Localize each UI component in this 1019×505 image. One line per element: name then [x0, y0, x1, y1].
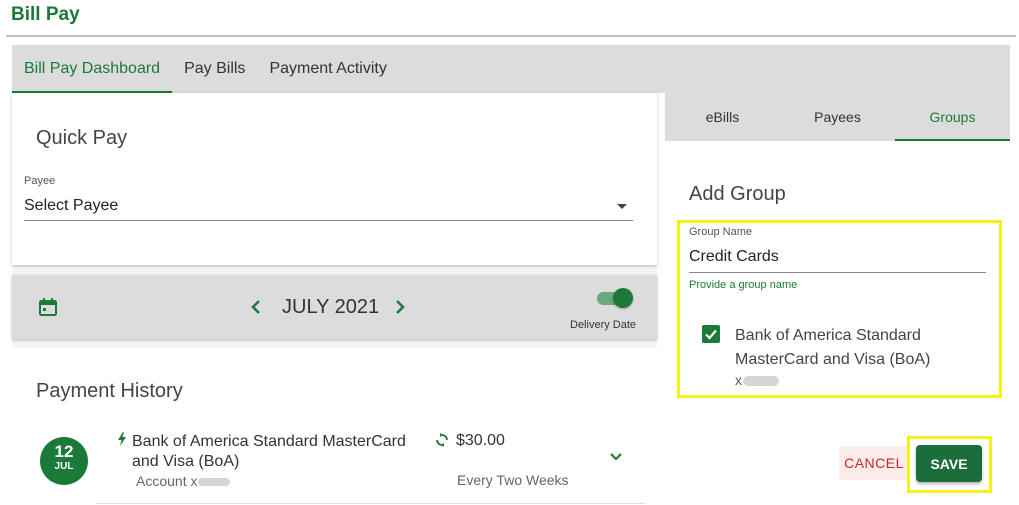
checkmark-icon	[705, 329, 717, 340]
quick-pay-title: Quick Pay	[36, 127, 128, 149]
tab-bill-pay-dashboard[interactable]: Bill Pay Dashboard	[12, 45, 173, 93]
cancel-button[interactable]: CANCEL	[839, 446, 909, 480]
history-account-prefix: Account x	[136, 473, 198, 489]
masked-account-number	[198, 478, 231, 487]
tab-ebills[interactable]: eBills	[665, 93, 780, 141]
add-group-title: Add Group	[689, 183, 786, 205]
payment-history-card: Payment History 12 JUL Bank of America S…	[12, 348, 657, 505]
badge-month: JUL	[54, 461, 74, 472]
right-column: eBills Payees Groups Add Group Group Nam…	[665, 93, 1010, 505]
chevron-left-icon[interactable]	[246, 295, 266, 319]
badge-day: 12	[54, 442, 74, 461]
group-name-label: Group Name	[689, 226, 752, 238]
bolt-icon	[118, 432, 126, 446]
payee-option-account: x	[735, 372, 779, 388]
title-divider	[6, 35, 1016, 37]
history-amount: $30.00	[456, 432, 505, 449]
payment-date-badge: 12 JUL	[40, 437, 88, 485]
quick-pay-card: Quick Pay Payee Select Payee	[12, 93, 657, 265]
payee-option-label: Bank of America Standard MasterCard and …	[735, 327, 931, 368]
chevron-right-icon[interactable]	[390, 295, 410, 319]
tab-pay-bills[interactable]: Pay Bills	[172, 45, 257, 93]
history-account: Account x	[136, 473, 231, 489]
row-divider	[96, 503, 645, 504]
top-nav-tabs: Bill Pay Dashboard Pay Bills Payment Act…	[12, 45, 1010, 93]
left-column: Quick Pay Payee Select Payee JULY 2021 D…	[12, 93, 657, 505]
dropdown-arrow-icon	[617, 204, 627, 209]
tab-groups[interactable]: Groups	[895, 93, 1010, 141]
history-payee-name: Bank of America Standard MasterCard and …	[132, 433, 406, 470]
payee-select[interactable]: Select Payee	[24, 192, 633, 221]
group-name-helper: Provide a group name	[689, 279, 798, 291]
month-label: JULY 2021	[282, 296, 380, 318]
payee-checkbox[interactable]	[702, 325, 720, 343]
group-name-input[interactable]: Credit Cards	[689, 243, 986, 273]
payment-history-title: Payment History	[36, 380, 183, 402]
calendar-icon[interactable]	[38, 297, 58, 317]
payee-select-value: Select Payee	[24, 197, 119, 214]
delivery-date-toggle[interactable]	[597, 287, 635, 309]
side-tabs: eBills Payees Groups	[665, 93, 1010, 141]
payee-label: Payee	[24, 175, 56, 187]
tab-payees[interactable]: Payees	[780, 93, 895, 141]
masked-account-number	[743, 376, 779, 387]
app-title: Bill Pay	[11, 4, 80, 25]
tab-payment-activity[interactable]: Payment Activity	[257, 45, 398, 93]
chevron-down-icon[interactable]	[609, 452, 623, 462]
date-navigation-bar: JULY 2021 Delivery Date	[12, 275, 657, 339]
recurring-icon	[436, 433, 448, 447]
delivery-date-label: Delivery Date	[570, 319, 637, 331]
toggle-knob	[613, 288, 633, 308]
payee-option-account-prefix: x	[735, 372, 742, 388]
save-button[interactable]: SAVE	[916, 445, 982, 482]
history-frequency: Every Two Weeks	[457, 472, 569, 488]
